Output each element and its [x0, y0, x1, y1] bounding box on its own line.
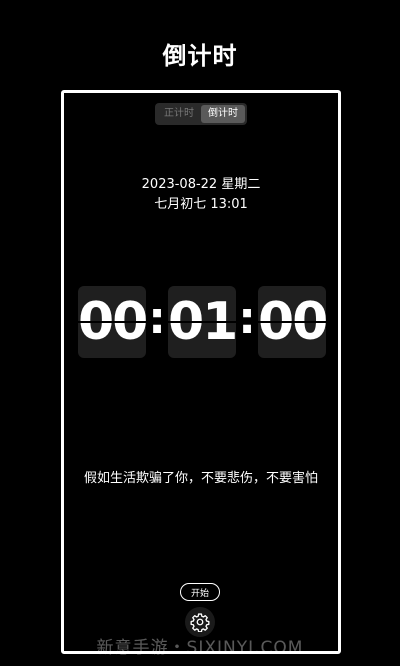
seconds-card: 00 [258, 286, 326, 358]
gear-icon [190, 613, 210, 632]
timer-screen: 正计时 倒计时 2023-08-22 星期二 七月初七 13:01 00 : 0… [61, 90, 341, 654]
colon-separator: : [148, 293, 166, 344]
mode-toggle: 正计时 倒计时 [155, 103, 247, 125]
tab-countdown[interactable]: 倒计时 [201, 105, 245, 123]
tab-count-up[interactable]: 正计时 [157, 105, 201, 123]
seconds-digits: 00 [258, 292, 326, 352]
watermark: 新意手游・SIXINYI.COM [96, 638, 304, 658]
hours-digits: 00 [78, 292, 146, 352]
lunar-date-time: 七月初七 13:01 [154, 197, 248, 212]
hours-card: 00 [78, 286, 146, 358]
minutes-card: 01 [168, 286, 236, 358]
minutes-digits: 01 [168, 292, 236, 352]
motivational-quote: 假如生活欺骗了你，不要悲伤，不要害怕 [84, 471, 319, 486]
start-button[interactable]: 开始 [180, 583, 220, 601]
colon-separator: : [238, 293, 256, 344]
flip-clock: 00 : 01 : 00 [76, 286, 326, 358]
page-title: 倒计时 [162, 42, 238, 70]
date-weekday: 2023-08-22 星期二 [141, 177, 261, 192]
